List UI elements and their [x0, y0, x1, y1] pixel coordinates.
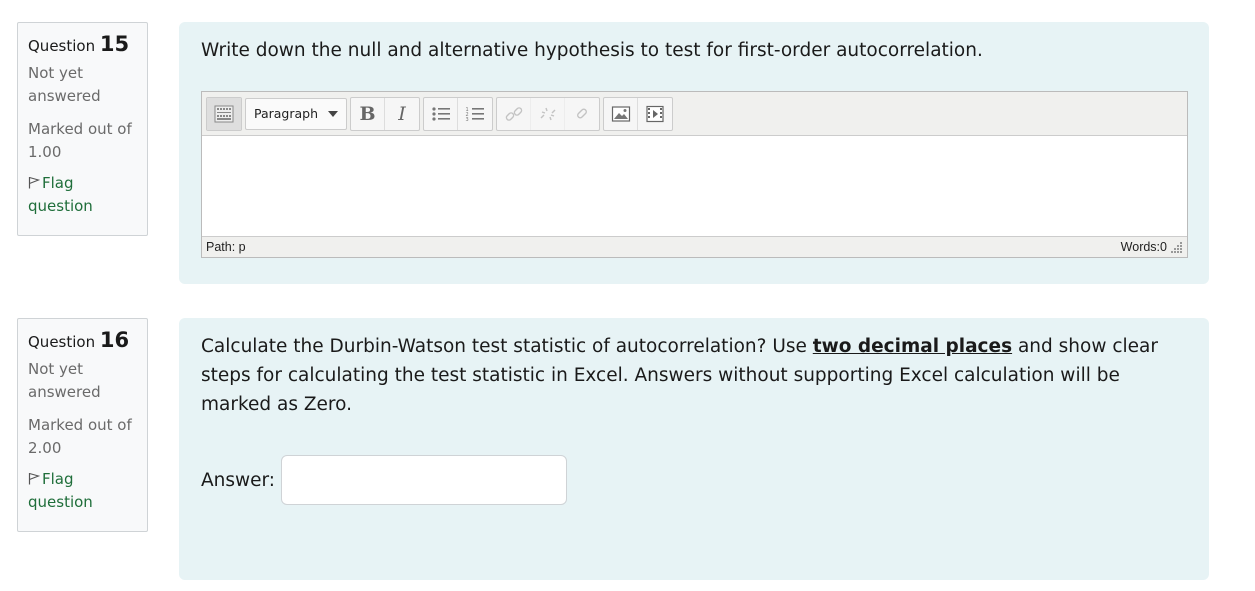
question-16-info: Question 16 Not yet answered Marked out …	[17, 318, 148, 532]
insert-media-button[interactable]	[638, 98, 672, 130]
toolbar-toggle-button[interactable]	[207, 97, 241, 130]
editor-toolbar: Paragraph B I 123	[202, 92, 1187, 136]
question-16-content: Calculate the Durbin-Watson test statist…	[179, 318, 1209, 580]
question-mark: Marked out of 1.00	[28, 118, 137, 164]
word-count: Words:0	[1121, 240, 1183, 254]
question-text: Calculate the Durbin-Watson test statist…	[201, 336, 1158, 415]
question-text: Write down the null and alternative hypo…	[201, 40, 983, 61]
flag-icon	[28, 176, 40, 189]
chevron-down-icon	[328, 110, 338, 117]
emphasis-text: two decimal places	[812, 336, 1013, 357]
flag-icon	[28, 472, 40, 485]
mark-value: 2.00	[28, 439, 62, 457]
resize-grip-icon[interactable]	[1171, 241, 1183, 253]
toolbar-toggle-icon	[214, 105, 234, 122]
italic-icon: I	[398, 102, 406, 125]
bold-button[interactable]: B	[351, 97, 385, 130]
unlink-icon	[540, 107, 555, 120]
question-number-value: 16	[99, 328, 130, 352]
paragraph-format-select[interactable]: Paragraph	[245, 97, 347, 130]
rich-text-editor: Paragraph B I 123 Path: p Words:0	[201, 91, 1188, 258]
answer-input[interactable]	[281, 455, 568, 505]
insert-image-button[interactable]	[604, 97, 638, 130]
flag-question-link[interactable]: Flag question	[28, 468, 137, 514]
svg-text:3: 3	[466, 117, 469, 123]
image-icon	[611, 105, 630, 122]
question-number-value: 15	[99, 32, 130, 56]
bullet-list-button[interactable]	[424, 97, 458, 130]
question-number: Question 15	[28, 32, 130, 56]
bullet-list-icon	[431, 106, 450, 121]
question-mark: Marked out of 2.00	[28, 414, 137, 460]
question-15-content: Write down the null and alternative hypo…	[179, 22, 1209, 284]
anchor-icon	[577, 108, 587, 118]
numbered-list-button[interactable]: 123	[458, 98, 492, 130]
editor-statusbar: Path: p Words:0	[202, 236, 1187, 257]
editor-text-area[interactable]	[202, 136, 1187, 236]
question-state: Not yet answered	[28, 360, 101, 401]
answer-row: Answer:	[201, 455, 1187, 505]
flag-question-link[interactable]: Flag question	[28, 172, 137, 218]
question-state: Not yet answered	[28, 64, 101, 105]
bold-icon: B	[359, 102, 376, 125]
editor-path: Path: p	[206, 240, 246, 254]
question-15-info: Question 15 Not yet answered Marked out …	[17, 22, 148, 236]
question-number: Question 16	[28, 328, 130, 352]
numbered-list-icon: 123	[466, 107, 484, 123]
media-icon	[646, 105, 664, 122]
unlink-button[interactable]	[531, 97, 565, 130]
link-icon	[505, 106, 522, 121]
anchor-button[interactable]	[565, 98, 599, 130]
mark-value: 1.00	[28, 143, 62, 161]
answer-label: Answer:	[201, 469, 276, 491]
italic-button[interactable]: I	[385, 98, 419, 130]
link-button[interactable]	[497, 97, 531, 130]
